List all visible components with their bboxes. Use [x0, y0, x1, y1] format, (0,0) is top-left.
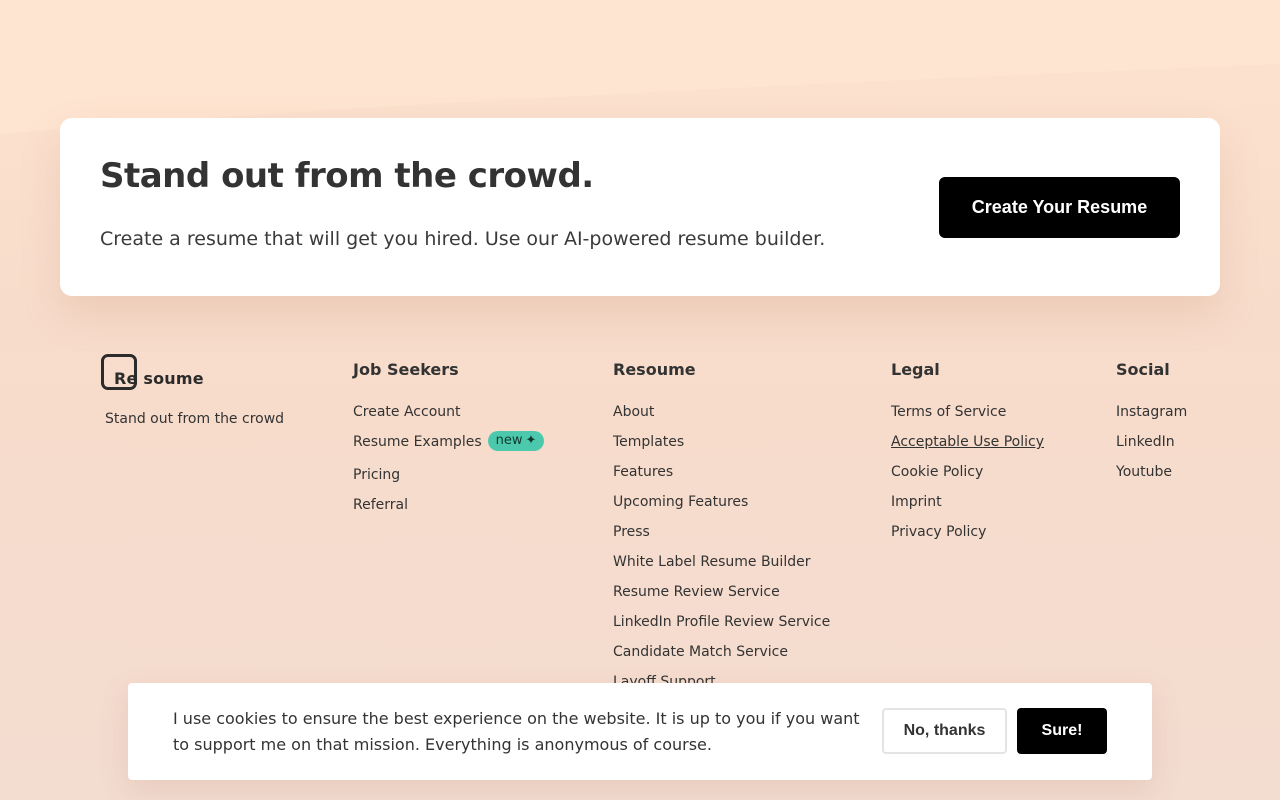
footer-link-item: Imprint [891, 492, 1044, 522]
footer-link-item: Instagram [1116, 402, 1187, 432]
footer-link-item: Candidate Match Service [613, 642, 830, 672]
about-link[interactable]: About [613, 402, 654, 422]
candidate-match-link[interactable]: Candidate Match Service [613, 642, 788, 662]
cookie-message: I use cookies to ensure the best experie… [173, 709, 860, 754]
pricing-link[interactable]: Pricing [353, 465, 400, 485]
footer-link-item: Acceptable Use Policy [891, 432, 1044, 462]
footer-column-social: Social Instagram LinkedIn Youtube [1116, 360, 1187, 492]
footer-link-item: LinkedIn [1116, 432, 1187, 462]
privacy-policy-link[interactable]: Privacy Policy [891, 522, 986, 542]
create-resume-button[interactable]: Create Your Resume [939, 177, 1180, 238]
cookie-banner: I use cookies to ensure the best experie… [128, 683, 1152, 780]
footer-link-item: Create Account [353, 402, 544, 432]
upcoming-features-link[interactable]: Upcoming Features [613, 492, 748, 512]
acceptable-use-link[interactable]: Acceptable Use Policy [891, 432, 1044, 452]
column-heading-legal: Legal [891, 360, 940, 379]
cta-title: Stand out from the crowd. [100, 156, 594, 196]
youtube-link[interactable]: Youtube [1116, 462, 1172, 482]
logo[interactable]: Re soume [101, 354, 211, 396]
footer-link-item: White Label Resume Builder [613, 552, 830, 582]
footer-brand: Re soume Stand out from the crowd [101, 354, 284, 427]
footer-link-item: Terms of Service [891, 402, 1044, 432]
badge-label: new [495, 433, 523, 448]
sparkle-icon: ✦ [525, 433, 537, 448]
footer-column-job-seekers: Job Seekers Create Account Resume Exampl… [353, 360, 545, 525]
footer-link-item: Pricing [353, 465, 544, 495]
accept-cookies-button[interactable]: Sure! [1017, 708, 1107, 754]
footer-column-legal: Legal Terms of Service Acceptable Use Po… [891, 360, 1044, 552]
linkedin-link[interactable]: LinkedIn [1116, 432, 1175, 452]
templates-link[interactable]: Templates [613, 432, 684, 452]
create-account-link[interactable]: Create Account [353, 402, 461, 422]
brand-tagline: Stand out from the crowd [105, 411, 285, 427]
instagram-link[interactable]: Instagram [1116, 402, 1187, 422]
column-heading-resoume: Resoume [613, 360, 696, 379]
social-links: Instagram LinkedIn Youtube [1116, 402, 1187, 492]
footer-link-item: Resume Examples new ✦ [353, 431, 545, 465]
logo-text: Re soume [114, 369, 204, 388]
imprint-link[interactable]: Imprint [891, 492, 942, 512]
footer-link-item: Templates [613, 432, 830, 462]
logo-prefix: Re [114, 369, 138, 388]
white-label-link[interactable]: White Label Resume Builder [613, 552, 810, 572]
legal-links: Terms of Service Acceptable Use Policy C… [891, 402, 1044, 552]
footer-link-item: Privacy Policy [891, 522, 1044, 552]
cookie-policy-link[interactable]: Cookie Policy [891, 462, 983, 482]
features-link[interactable]: Features [613, 462, 673, 482]
column-heading-social: Social [1116, 360, 1170, 379]
linkedin-review-link[interactable]: LinkedIn Profile Review Service [613, 612, 830, 632]
new-badge: new ✦ [487, 431, 545, 451]
footer-column-resoume: Resoume About Templates Features Upcomin… [613, 360, 830, 702]
referral-link[interactable]: Referral [353, 495, 408, 515]
logo-suffix: soume [143, 369, 204, 388]
footer-link-item: Features [613, 462, 830, 492]
terms-link[interactable]: Terms of Service [891, 402, 1006, 422]
cta-card: Stand out from the crowd. Create a resum… [60, 118, 1220, 296]
footer-link-item: Press [613, 522, 830, 552]
column-heading-job-seekers: Job Seekers [353, 360, 459, 379]
footer-link-item: Upcoming Features [613, 492, 830, 522]
footer-link-item: Youtube [1116, 462, 1187, 492]
job-seekers-links: Create Account Resume Examples new ✦ Pric… [353, 402, 545, 525]
decline-cookies-button[interactable]: No, thanks [882, 708, 1007, 754]
resume-examples-link[interactable]: Resume Examples [353, 432, 482, 452]
footer-link-item: Resume Review Service [613, 582, 830, 612]
footer-link-item: Referral [353, 495, 544, 525]
footer-link-item: Cookie Policy [891, 462, 1044, 492]
cta-subtitle: Create a resume that will get you hired.… [100, 228, 826, 250]
resoume-links: About Templates Features Upcoming Featur… [613, 402, 830, 702]
press-link[interactable]: Press [613, 522, 650, 542]
resume-review-link[interactable]: Resume Review Service [613, 582, 780, 602]
footer-link-item: LinkedIn Profile Review Service [613, 612, 830, 642]
footer-link-item: About [613, 402, 830, 432]
